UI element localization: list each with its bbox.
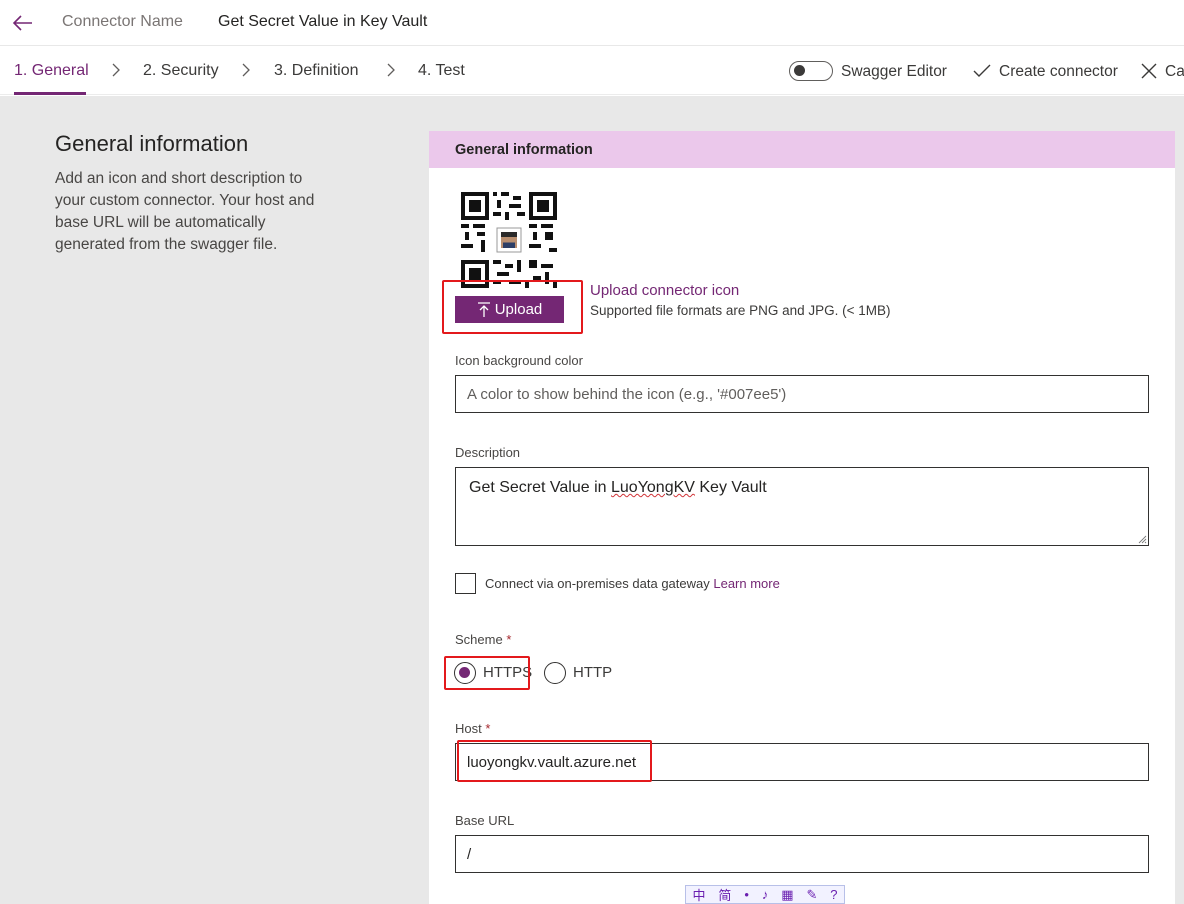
ime-punctuation-icon[interactable]: • <box>744 887 749 902</box>
toggle-knob <box>794 65 805 76</box>
scheme-http-label[interactable]: HTTP <box>573 664 612 681</box>
scheme-radio-http[interactable] <box>544 662 566 684</box>
tab-security[interactable]: 2. Security <box>143 62 219 80</box>
top-bar: Connector Name Get Secret Value in Key V… <box>0 0 1184 46</box>
section-title: General information <box>55 131 249 156</box>
ime-simplified-icon[interactable]: 简 <box>718 885 731 904</box>
chevron-right-icon <box>242 63 250 77</box>
highlight-box-https <box>444 656 530 690</box>
ime-voice-icon[interactable]: ♪ <box>762 887 769 902</box>
tab-test[interactable]: 4. Test <box>418 62 465 80</box>
icon-bg-color-label: Icon background color <box>455 353 583 368</box>
ime-help-icon[interactable]: ? <box>830 887 837 902</box>
tab-definition[interactable]: 3. Definition <box>274 62 359 80</box>
highlight-box-host <box>457 740 652 782</box>
base-url-label: Base URL <box>455 813 515 828</box>
connector-name-value[interactable]: Get Secret Value in Key Vault <box>218 13 427 31</box>
qr-code-icon <box>461 192 557 288</box>
ime-keyboard-icon[interactable]: ▦ <box>781 887 793 903</box>
checkmark-icon[interactable] <box>973 62 991 80</box>
highlight-box-upload <box>442 280 583 334</box>
cancel-button[interactable]: Ca <box>1165 63 1184 81</box>
description-text-prefix: Get Secret Value in <box>469 479 611 496</box>
section-description: Add an icon and short description to you… <box>55 170 315 253</box>
chevron-right-icon <box>112 63 120 77</box>
host-label: Host * <box>455 721 490 736</box>
base-url-input[interactable]: / <box>455 835 1149 873</box>
panel-header-title: General information <box>455 142 593 158</box>
icon-bg-color-input[interactable]: A color to show behind the icon (e.g., '… <box>455 375 1149 413</box>
gateway-label-text: Connect via on-premises data gateway <box>485 576 710 591</box>
scheme-label: Scheme * <box>455 632 511 647</box>
ime-mode-icon[interactable]: 中 <box>692 885 705 904</box>
learn-more-link[interactable]: Learn more <box>713 576 779 591</box>
scheme-label-text: Scheme <box>455 632 503 647</box>
description-label: Description <box>455 445 521 460</box>
gateway-checkbox[interactable] <box>455 573 476 594</box>
ime-toolbar[interactable]: 中 简 • ♪ ▦ ✎ ? <box>685 885 845 904</box>
create-connector-button[interactable]: Create connector <box>999 63 1118 81</box>
host-label-text: Host <box>455 721 482 736</box>
connector-name-label: Connector Name <box>62 13 183 30</box>
upload-connector-icon-link[interactable]: Upload connector icon <box>590 282 739 299</box>
description-textarea[interactable]: Get Secret Value in LuoYongKV Key Vault <box>455 467 1149 546</box>
close-icon[interactable] <box>1140 62 1158 80</box>
required-marker: * <box>485 721 491 736</box>
tab-general[interactable]: 1. General <box>14 62 89 80</box>
chevron-right-icon <box>387 63 395 77</box>
icon-bg-color-placeholder: A color to show behind the icon (e.g., '… <box>467 385 787 403</box>
upload-format-hint: Supported file formats are PNG and JPG. … <box>590 303 891 318</box>
gateway-checkbox-label: Connect via on-premises data gateway Lea… <box>485 576 780 591</box>
resize-grip-icon[interactable] <box>1137 534 1147 544</box>
description-text-suffix: Key Vault <box>694 479 767 496</box>
required-marker: * <box>506 632 512 647</box>
description-misspelled-word: LuoYongKV <box>611 479 695 496</box>
active-tab-indicator <box>14 92 86 95</box>
swagger-editor-label[interactable]: Swagger Editor <box>841 63 947 81</box>
back-arrow-icon[interactable] <box>12 12 34 34</box>
swagger-editor-toggle[interactable] <box>789 61 833 81</box>
ime-tools-icon[interactable]: ✎ <box>806 887 817 903</box>
panel-header: General information <box>429 131 1175 168</box>
base-url-input-value: / <box>467 845 472 863</box>
